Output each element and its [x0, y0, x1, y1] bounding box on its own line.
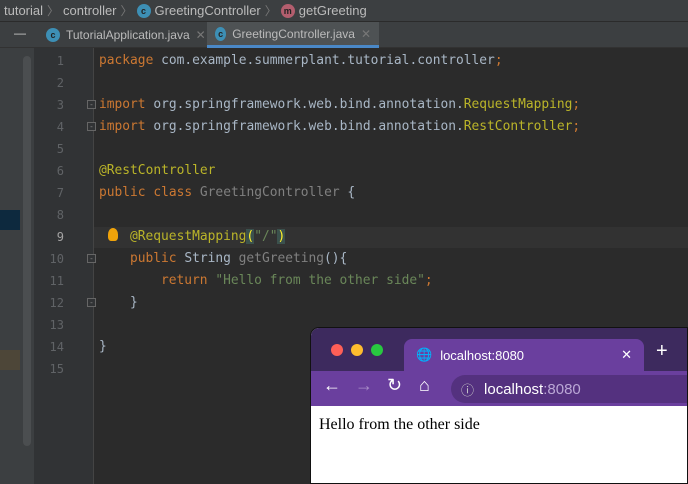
code-line-3[interactable]: import org.springframework.web.bind.anno… — [99, 97, 580, 112]
lightbulb-icon[interactable] — [108, 228, 118, 241]
method-icon: m — [280, 3, 295, 18]
highlighted-row[interactable] — [0, 350, 20, 370]
page-content: Hello from the other side — [319, 416, 480, 433]
tab-label: TutorialApplication.java — [66, 28, 190, 42]
line-number: 2 — [56, 76, 64, 90]
close-window-button[interactable] — [331, 344, 343, 356]
reload-button[interactable]: ↻ — [387, 375, 402, 396]
close-tab-icon[interactable]: ✕ — [621, 347, 632, 363]
browser-toolbar: ← → ↻ ⌂ ⓘ localhost:8080 — [311, 371, 687, 406]
tab-greeting-controller[interactable]: c GreetingController.java ✕ — [207, 22, 379, 48]
browser-window: 🌐 localhost:8080 ✕ + ← → ↻ ⌂ ⓘ localhost:80… — [310, 327, 688, 484]
line-number: 11 — [49, 274, 64, 288]
line-number: 3 — [56, 98, 64, 112]
editor-tabs: — c TutorialApplication.java ✕ c GreetingCo… — [0, 22, 688, 48]
class-icon: c — [215, 26, 227, 41]
minimize-window-button[interactable] — [351, 344, 363, 356]
url-port: :8080 — [543, 380, 581, 398]
code-line-10[interactable]: public String getGreeting(){ — [130, 251, 347, 266]
breadcrumb-class[interactable]: GreetingController — [155, 3, 261, 18]
minimize-icon[interactable]: — — [14, 26, 26, 40]
maximize-window-button[interactable] — [371, 344, 383, 356]
scrollbar[interactable] — [23, 56, 31, 446]
fold-icon[interactable]: - — [87, 298, 96, 307]
new-tab-button[interactable]: + — [656, 340, 668, 363]
breadcrumb: tutorial 〉 controller 〉 c GreetingControlle… — [0, 0, 688, 22]
fold-icon[interactable]: - — [87, 100, 96, 109]
browser-tab[interactable]: 🌐 localhost:8080 ✕ — [404, 339, 644, 371]
line-number: 5 — [56, 142, 64, 156]
back-button[interactable]: ← — [323, 375, 341, 396]
code-line-11[interactable]: return "Hello from the other side"; — [161, 273, 433, 288]
fold-icon[interactable]: - — [87, 254, 96, 263]
line-number: 1 — [56, 54, 64, 68]
tab-label: GreetingController.java — [232, 26, 355, 41]
code-line-7[interactable]: public class GreetingController { — [99, 185, 355, 200]
code-line-12[interactable]: } — [130, 295, 138, 310]
code-line-4[interactable]: import org.springframework.web.bind.anno… — [99, 119, 580, 134]
line-number: 8 — [56, 208, 64, 222]
fold-icon[interactable]: - — [87, 122, 96, 131]
code-line-1[interactable]: package com.example.summerplant.tutorial… — [99, 53, 503, 68]
close-icon[interactable]: ✕ — [196, 28, 206, 42]
breadcrumb-tutorial[interactable]: tutorial — [4, 3, 43, 18]
info-icon[interactable]: ⓘ — [461, 380, 474, 399]
editor-gutter — [34, 48, 94, 484]
home-button[interactable]: ⌂ — [419, 375, 430, 396]
line-number: 4 — [56, 120, 64, 134]
forward-button[interactable]: → — [355, 375, 373, 396]
code-line-9[interactable]: @RequestMapping("/") — [130, 229, 286, 244]
line-number: 15 — [49, 362, 64, 376]
line-number: 9 — [56, 230, 64, 244]
tab-tutorial-application[interactable]: c TutorialApplication.java ✕ — [38, 22, 214, 48]
line-number: 14 — [49, 340, 64, 354]
browser-tab-bar: 🌐 localhost:8080 ✕ + — [311, 328, 687, 371]
line-number: 6 — [56, 164, 64, 178]
selected-row[interactable] — [0, 210, 20, 230]
line-number: 13 — [49, 318, 64, 332]
spring-class-icon: c — [46, 28, 60, 42]
line-number: 12 — [49, 296, 64, 310]
class-icon: c — [136, 3, 151, 18]
code-line-6[interactable]: @RestController — [99, 163, 215, 178]
browser-tab-title: localhost:8080 — [440, 347, 525, 363]
close-icon[interactable]: ✕ — [361, 27, 371, 41]
breadcrumb-method[interactable]: getGreeting — [299, 3, 367, 18]
address-bar[interactable]: ⓘ localhost:8080 — [451, 375, 687, 403]
breadcrumb-controller[interactable]: controller — [63, 3, 116, 18]
code-line-14[interactable]: } — [99, 339, 107, 354]
line-number: 7 — [56, 186, 64, 200]
url-host: localhost — [484, 380, 544, 398]
globe-icon: 🌐 — [416, 347, 433, 362]
line-number: 10 — [49, 252, 64, 266]
